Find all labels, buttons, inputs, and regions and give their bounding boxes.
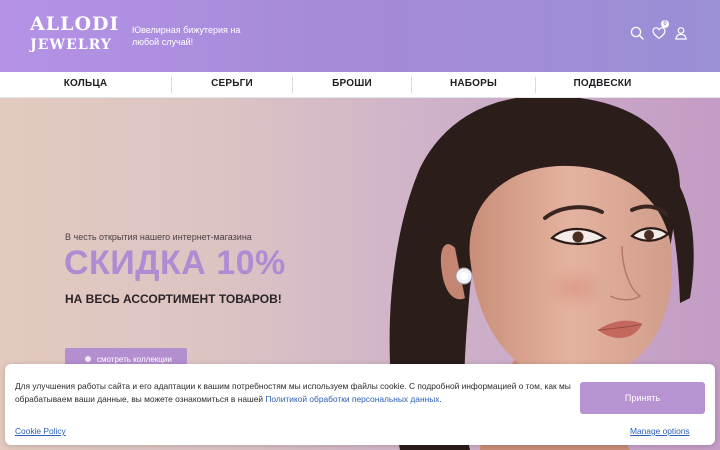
cookie-message-end: . [439,393,442,404]
logo-line1: ALLODI [30,13,120,35]
nav-item-pendants[interactable]: ПОДВЕСКИ [536,72,669,98]
header-actions: 0 [630,20,688,40]
header-tagline: Ювелирная бижутерия на любой случай! [132,25,241,47]
heart-icon[interactable]: 0 [652,20,669,40]
nav-item-rings[interactable]: КОЛЬЦА [0,72,171,98]
cookie-banner: Для улучшения работы сайта и его адаптац… [5,364,715,445]
manage-options-link[interactable]: Manage options [630,426,690,436]
category-nav: КОЛЬЦА СЕРЬГИ БРОШИ НАБОРЫ ПОДВЕСКИ [0,72,720,98]
accept-cookies-button[interactable]: Принять [580,382,705,414]
site-header: ALLODI JEWELRY Ювелирная бижутерия на лю… [0,0,720,72]
logo[interactable]: ALLODI JEWELRY [30,13,120,58]
nav-item-earrings[interactable]: СЕРЬГИ [172,72,292,98]
nav-item-brooches[interactable]: БРОШИ [293,72,411,98]
search-icon[interactable] [630,26,644,40]
hero-tagline: НА ВЕСЬ АССОРТИМЕНТ ТОВАРОВ! [65,292,282,306]
cookie-policy-link[interactable]: Cookie Policy [15,426,66,436]
user-icon[interactable] [674,26,688,40]
hero-subtitle: В честь открытия нашего интернет-магазин… [65,232,252,242]
wishlist-count-badge: 0 [661,20,669,28]
hero-discount-title: СКИДКА 10% [64,244,286,282]
logo-line2: JEWELRY [30,37,112,53]
bullet-icon [85,356,91,362]
privacy-policy-link[interactable]: Политикой обработки персональных данных [265,394,439,404]
view-collections-label: смотреть коллекции [97,355,172,364]
nav-item-sets[interactable]: НАБОРЫ [412,72,535,98]
cookie-message: Для улучшения работы сайта и его адаптац… [15,380,577,405]
